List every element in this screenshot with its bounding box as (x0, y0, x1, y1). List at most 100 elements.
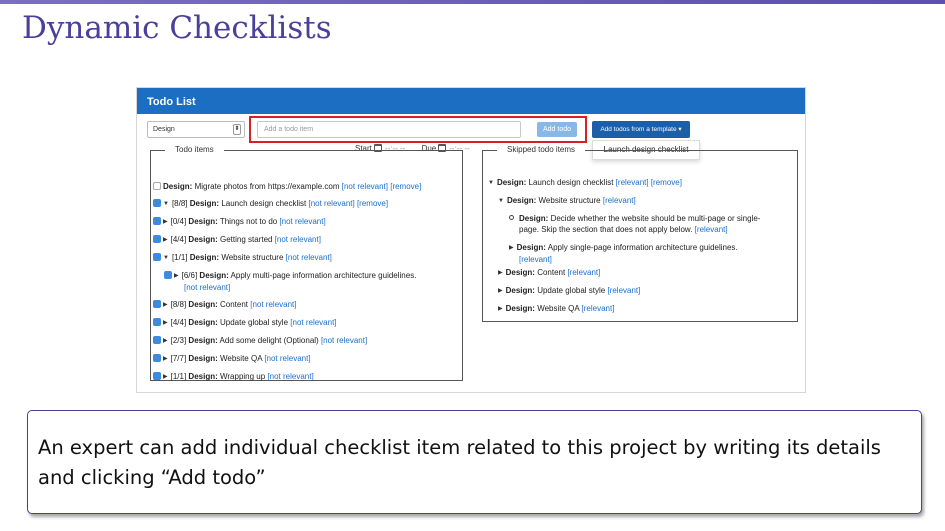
todo-checkbox[interactable] (164, 271, 172, 279)
skipped-prefix: Design: (505, 286, 535, 295)
todo-checkbox[interactable] (153, 235, 161, 243)
skipped-action-links[interactable]: [relevant] (607, 286, 640, 295)
todo-prefix: Design: (163, 182, 193, 191)
skipped-action-links[interactable]: [relevant] (695, 225, 728, 234)
todo-item: ▶ [2/3] Design: Add some delight (Optiona… (153, 335, 367, 347)
todo-action-links[interactable]: [not relevant] (286, 253, 332, 262)
expand-icon[interactable]: ▶ (509, 243, 514, 254)
skipped-item: ▶ Design: Apply single-page information a… (509, 242, 738, 265)
todo-prefix: Design: (189, 199, 220, 208)
todo-count: [4/4] (170, 318, 189, 327)
skipped-text: Website structure (536, 196, 603, 205)
todo-checkbox[interactable] (153, 318, 161, 326)
todo-prefix: Design: (188, 336, 218, 345)
todo-text: Apply multi-page information architectur… (228, 271, 417, 280)
todo-checkbox[interactable] (153, 336, 161, 344)
skipped-action-links[interactable]: [relevant] (567, 268, 600, 277)
todo-checkbox[interactable] (153, 199, 161, 207)
expand-icon[interactable]: ▶ (498, 304, 503, 315)
skipped-item: ▶ Design: Website QA [relevant] (498, 303, 614, 315)
todo-action-links[interactable]: [not relevant] (184, 283, 230, 292)
todo-action-links[interactable]: [not relevant] (275, 235, 321, 244)
todo-action-links[interactable]: [not relevant] (290, 318, 336, 327)
collapse-icon[interactable]: ▼ (163, 199, 169, 210)
skipped-action-links[interactable]: [relevant] (582, 304, 615, 313)
todo-action-links[interactable]: [not relevant] (279, 217, 325, 226)
select-arrow-icon: ⬍ (233, 124, 241, 135)
skipped-prefix: Design: (506, 196, 537, 205)
skipped-action-links[interactable]: [relevant] (519, 255, 552, 264)
collapse-icon[interactable]: ▼ (488, 178, 494, 189)
skipped-text: Apply single-page information architectu… (545, 243, 738, 252)
expand-icon[interactable]: ▶ (498, 286, 503, 297)
todo-action-links[interactable]: [not relevant] [remove] (308, 199, 388, 208)
add-from-template-button[interactable]: Add todos from a template ▾ (592, 121, 690, 138)
expand-icon[interactable]: ▶ (163, 336, 168, 347)
todo-count: [1/1] (171, 253, 190, 262)
todo-prefix: Design: (188, 235, 218, 244)
skipped-text: Launch design checklist (526, 178, 616, 187)
todo-action-links[interactable]: [not relevant] (250, 300, 296, 309)
expand-icon[interactable]: ▶ (163, 372, 168, 383)
todo-text: Launch design checklist (219, 199, 309, 208)
todo-prefix: Design: (188, 300, 218, 309)
todo-items-panel: Todo items Design: Migrate photos from h… (150, 145, 463, 383)
todo-checkbox[interactable] (153, 217, 161, 225)
todo-item: ▶ [4/4] Design: Getting started [not rele… (153, 234, 321, 246)
expand-icon[interactable]: ▶ (163, 235, 168, 246)
todo-item: ▼ [8/8] Design: Launch design checklist [… (153, 198, 388, 210)
highlight-box (249, 116, 587, 143)
skipped-prefix: Design: (516, 243, 546, 252)
skipped-action-links[interactable]: [relevant] [remove] (616, 178, 682, 187)
skipped-prefix: Design: (519, 214, 549, 223)
todo-action-links[interactable]: [not relevant] (264, 354, 310, 363)
todo-item: ▶ [8/8] Design: Content [not relevant] (153, 299, 296, 311)
skipped-item: ▼ Design: Website structure [relevant] (498, 195, 636, 207)
todo-action-links[interactable]: [not relevant] [remove] (342, 182, 422, 191)
todo-prefix: Design: (188, 372, 218, 381)
todo-checkbox[interactable] (153, 354, 161, 362)
expand-icon[interactable]: ▶ (163, 300, 168, 311)
todo-text: Website structure (219, 253, 286, 262)
todo-list-app: Todo List Design ⬍ Add a todo item Add t… (136, 87, 806, 393)
expand-icon[interactable]: ▶ (163, 217, 168, 228)
expand-icon[interactable]: ▶ (174, 271, 179, 282)
collapse-icon[interactable]: ▼ (163, 253, 169, 264)
todo-text: Website QA (217, 354, 265, 363)
skipped-prefix: Design: (505, 304, 535, 313)
todo-text: Migrate photos from https://example.com (192, 182, 342, 191)
skipped-prefix: Design: (505, 268, 535, 277)
todo-count: [0/4] (170, 217, 189, 226)
skipped-action-links[interactable]: [relevant] (603, 196, 636, 205)
skipped-items-panel: Skipped todo items ▼ Design: Launch desig… (482, 145, 798, 322)
todo-item: ▶ [4/4] Design: Update global style [not … (153, 317, 337, 329)
expand-icon[interactable]: ▶ (163, 354, 168, 365)
expand-icon[interactable]: ▶ (163, 318, 168, 329)
slide-title: Dynamic Checklists (22, 10, 332, 46)
category-select[interactable]: Design ⬍ (147, 121, 245, 138)
todo-checkbox[interactable] (153, 372, 161, 380)
todo-text: Getting started (217, 235, 275, 244)
app-header-title: Todo List (137, 88, 805, 114)
todo-count: [4/4] (170, 235, 189, 244)
todo-count: [8/8] (171, 199, 190, 208)
todo-checkbox[interactable] (153, 253, 161, 261)
todo-checkbox[interactable] (153, 182, 161, 190)
todo-prefix: Design: (199, 271, 229, 280)
todo-text: Content (217, 300, 251, 309)
collapse-icon[interactable]: ▼ (498, 196, 504, 207)
todo-count: [1/1] (170, 372, 189, 381)
todo-count: [7/7] (170, 354, 189, 363)
todo-count: [6/6] (181, 271, 200, 280)
todo-item: ▶ [0/4] Design: Things not to do [not rel… (153, 216, 326, 228)
todo-action-links[interactable]: [not relevant] (267, 372, 313, 381)
todo-item: ▶ [7/7] Design: Website QA [not relevant] (153, 353, 311, 365)
caption-box: An expert can add individual checklist i… (27, 410, 922, 514)
todo-text: Update global style (217, 318, 291, 327)
todo-checkbox[interactable] (153, 300, 161, 308)
todo-action-links[interactable]: [not relevant] (321, 336, 367, 345)
expand-icon[interactable]: ▶ (498, 268, 503, 279)
caption-text: An expert can add individual checklist i… (38, 436, 881, 489)
todo-count: [8/8] (170, 300, 189, 309)
todo-text: Add some delight (Optional) (217, 336, 321, 345)
